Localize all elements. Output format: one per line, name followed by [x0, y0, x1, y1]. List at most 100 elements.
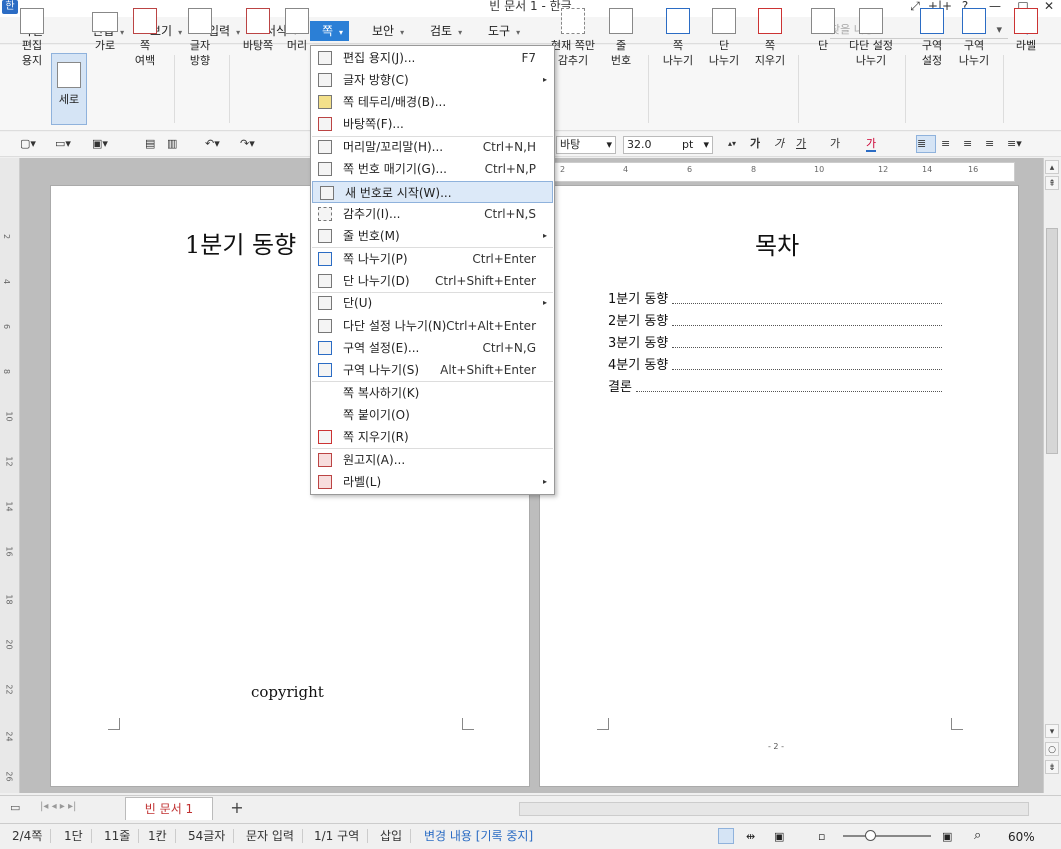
ribbon-text-direction-button[interactable]: 글자 방향: [181, 8, 219, 68]
toc-entry[interactable]: 1분기 동향: [608, 286, 942, 308]
undo-icon[interactable]: ↶▾: [205, 136, 220, 152]
menu-item-manuscript[interactable]: 원고지(A)...: [311, 449, 554, 471]
menu-item-paper-setup[interactable]: 편집 용지(J)... F7: [311, 47, 554, 69]
ribbon-label-button[interactable]: 라벨: [1010, 8, 1042, 53]
horizontal-scrollbar[interactable]: [519, 802, 1029, 816]
align-center-icon[interactable]: ≡: [963, 136, 972, 152]
style-select[interactable]: 바탕 ▾: [556, 136, 616, 154]
menu-item-label[interactable]: 라벨(L) ▸: [311, 471, 554, 493]
toc-entry[interactable]: 3분기 동향: [608, 330, 942, 352]
ribbon-delete-page-button[interactable]: 쪽 지우기: [750, 8, 790, 68]
multi-column-icon: [859, 8, 883, 34]
menu-item-page-number[interactable]: 쪽 번호 매기기(G)... Ctrl+N,P: [311, 158, 554, 180]
page-2[interactable]: [539, 185, 1019, 787]
print-icon[interactable]: ▤: [145, 136, 155, 152]
menu-item-header-footer[interactable]: 머리말/꼬리말(H)... Ctrl+N,H: [311, 136, 554, 158]
tab-document[interactable]: 빈 문서 1: [125, 797, 213, 820]
scroll-up-icon[interactable]: ▴: [1045, 160, 1059, 174]
menu-item-page-break[interactable]: 쪽 나누기(P) Ctrl+Enter: [311, 248, 554, 270]
ribbon-column-break-button[interactable]: 단 나누기: [704, 8, 744, 68]
menu-item-section-break[interactable]: 구역 나누기(S) Alt+Shift+Enter: [311, 359, 554, 381]
menu-item-columns[interactable]: 단(U) ▸: [311, 292, 554, 314]
menu-item-hide[interactable]: 감추기(I)... Ctrl+N,S: [311, 203, 554, 225]
view-page-icon[interactable]: ▣: [774, 830, 784, 843]
menu-review[interactable]: 검토 ▾: [427, 21, 465, 41]
menu-item-copy-page[interactable]: 쪽 복사하기(K): [311, 382, 554, 404]
ruler-mark: 20: [4, 639, 14, 650]
menu-item-master-page[interactable]: 바탕쪽(F)...: [311, 113, 554, 135]
add-tab-button[interactable]: +: [226, 799, 248, 817]
underline-button[interactable]: 가: [796, 136, 806, 152]
ribbon-hide-button[interactable]: 현재 쪽만 감추기: [548, 8, 598, 68]
vertical-scroll-thumb[interactable]: [1046, 228, 1058, 454]
menu-item-new-numbering[interactable]: 새 번호로 시작(W)...: [312, 181, 553, 203]
open-icon[interactable]: ▭▾: [55, 136, 71, 152]
menu-tools[interactable]: 도구 ▾: [485, 21, 523, 41]
scroll-down-icon[interactable]: ▾: [1045, 724, 1059, 738]
ribbon-paper-button[interactable]: 편집 용지: [14, 8, 50, 68]
align-left-icon[interactable]: ≡: [941, 136, 950, 152]
magnifier-icon[interactable]: ⌕: [974, 828, 981, 843]
ribbon-line-number-button[interactable]: 줄 번호: [604, 8, 638, 68]
menu-security[interactable]: 보안 ▾: [369, 21, 407, 41]
status-track-changes[interactable]: 변경 내용 [기록 중지]: [424, 829, 541, 843]
page-view-icon[interactable]: ▭: [10, 801, 20, 814]
view-normal-icon[interactable]: [718, 828, 734, 844]
strike-button[interactable]: 가: [830, 136, 840, 152]
ribbon-portrait-button[interactable]: 세로: [51, 53, 87, 125]
zoom-page-icon[interactable]: ▣: [942, 830, 952, 843]
menu-item-multi-column-break[interactable]: 다단 설정 나누기(N) Ctrl+Alt+Enter: [311, 315, 554, 337]
ribbon-columns-button[interactable]: 단: [806, 8, 840, 53]
page-number: - 2 -: [768, 742, 784, 751]
section-settings-icon: [920, 8, 944, 34]
align-justify-icon[interactable]: ≣: [916, 135, 936, 153]
view-width-icon[interactable]: ⇹: [746, 830, 755, 843]
ribbon-margin-button[interactable]: 쪽 여백: [126, 8, 164, 68]
scroll-select-icon[interactable]: ○: [1045, 742, 1059, 756]
ribbon-landscape-button[interactable]: 가로: [88, 8, 122, 53]
save-icon[interactable]: ▣▾: [92, 136, 108, 152]
zoom-level[interactable]: 60%: [1008, 830, 1035, 844]
size-stepper-icon[interactable]: ▴▾: [728, 136, 736, 152]
italic-button[interactable]: 가: [774, 136, 784, 152]
bold-button[interactable]: 가: [750, 136, 760, 152]
menu-item-delete-page[interactable]: 쪽 지우기(R): [311, 426, 554, 448]
ribbon-header-button[interactable]: 머리: [284, 8, 310, 53]
menu-page[interactable]: 쪽 ▾: [310, 21, 350, 41]
ribbon-master-page-button[interactable]: 바탕쪽: [238, 8, 278, 53]
new-doc-icon[interactable]: ▢▾: [20, 136, 36, 152]
preview-icon[interactable]: ▥: [167, 136, 177, 152]
align-distribute-icon[interactable]: ≡▾: [1007, 136, 1022, 152]
toc-entry[interactable]: 결론: [608, 374, 942, 396]
toc-entry[interactable]: 2분기 동향: [608, 308, 942, 330]
align-right-icon[interactable]: ≡: [985, 136, 994, 152]
zoom-fit-icon[interactable]: ▫: [818, 830, 825, 843]
toc-entry[interactable]: 4분기 동향: [608, 352, 942, 374]
font-size-field[interactable]: 32.0 pt ▾: [623, 136, 713, 154]
ribbon-section-settings-button[interactable]: 구역 설정: [912, 8, 952, 68]
menu-item-border-background[interactable]: 쪽 테두리/배경(B)...: [311, 91, 554, 113]
column-break-icon: [318, 274, 332, 288]
redo-icon[interactable]: ↷▾: [240, 136, 255, 152]
border-icon: [318, 95, 332, 109]
close-icon[interactable]: ✕: [1039, 0, 1059, 14]
status-insert[interactable]: 삽입: [380, 829, 412, 843]
status-cell: 1칸: [148, 829, 176, 843]
status-line: 11줄: [104, 829, 140, 843]
scroll-page-up-icon[interactable]: ⇞: [1045, 176, 1059, 190]
ribbon-page-break-button[interactable]: 쪽 나누기: [658, 8, 698, 68]
ribbon-section-break-button[interactable]: 구역 나누기: [954, 8, 994, 68]
font-color-button[interactable]: 가: [866, 136, 877, 152]
tab-nav-icon[interactable]: |◂ ◂ ▸ ▸|: [40, 801, 76, 812]
menu-item-text-direction[interactable]: 글자 방향(C) ▸: [311, 69, 554, 91]
menu-item-line-number[interactable]: 줄 번호(M) ▸: [311, 225, 554, 247]
status-mode: 문자 입력: [246, 829, 303, 843]
zoom-slider[interactable]: [843, 835, 931, 837]
menu-item-column-break[interactable]: 단 나누기(D) Ctrl+Shift+Enter: [311, 270, 554, 292]
ribbon-multi-column-button[interactable]: 다단 설정 나누기: [845, 8, 897, 68]
menu-item-paste-page[interactable]: 쪽 붙이기(O): [311, 404, 554, 426]
columns-icon: [811, 8, 835, 34]
scroll-page-down-icon[interactable]: ⇟: [1045, 760, 1059, 774]
zoom-slider-handle[interactable]: [865, 830, 876, 841]
menu-item-section-settings[interactable]: 구역 설정(E)... Ctrl+N,G: [311, 337, 554, 359]
